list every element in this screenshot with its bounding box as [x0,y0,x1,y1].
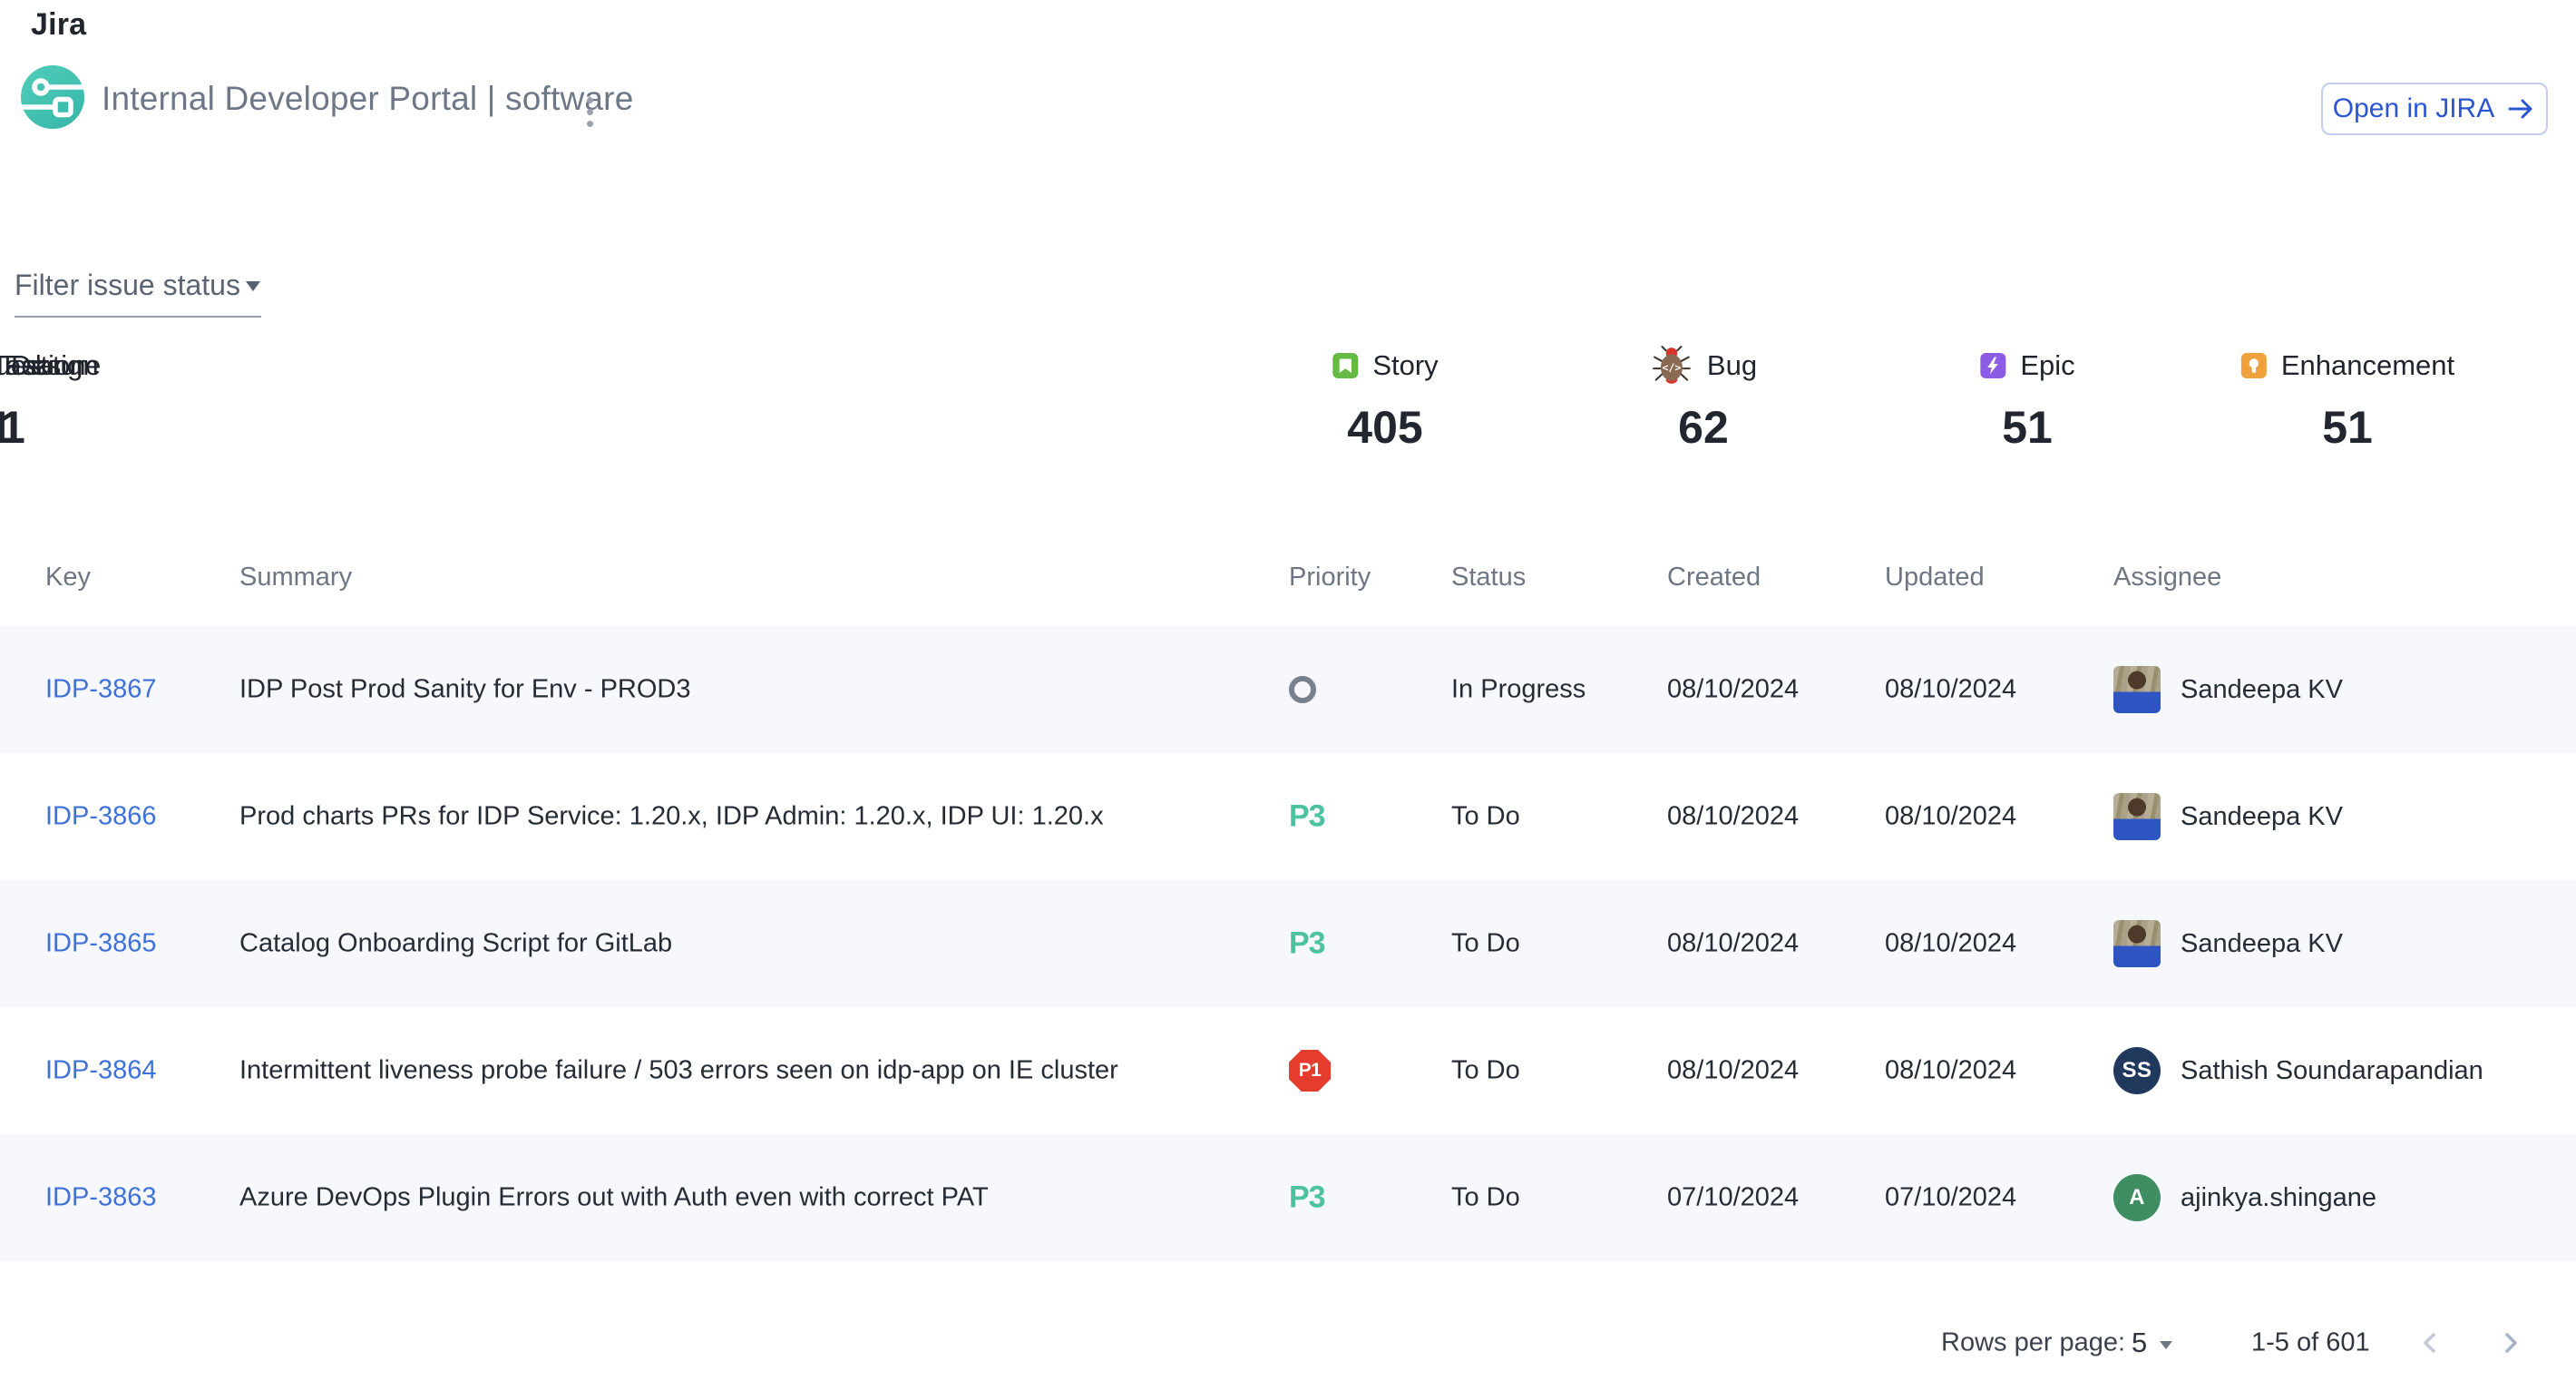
counter-label: Enhancement [2281,349,2454,382]
column-header-updated: Updated [1885,559,1985,595]
column-header-created: Created [1667,559,1761,595]
open-in-jira-label: Open in JIRA [2333,93,2494,124]
counter-label: Epic [2020,349,2074,382]
counter-ux-design: UX Design 1 [0,338,99,454]
priority-p3-icon: P3 [1289,799,1325,834]
page-title: Jira [31,7,86,43]
issue-status: In Progress [1451,675,1586,705]
issue-created: 08/10/2024 [1667,675,1799,705]
column-header-priority: Priority [1289,559,1371,595]
priority-p3-icon: P3 [1289,1180,1325,1215]
rows-per-page-label: Rows per page: [1941,1328,2125,1358]
counter-bug: </> Bug 62 [1650,338,1757,454]
priority-none-icon [1289,676,1316,703]
column-header-key: Key [45,559,91,595]
bug-icon: </> [1650,344,1693,387]
priority-p3-icon: P3 [1289,926,1325,961]
assignee-avatar: A [2113,1174,2161,1221]
counter-enhancement: Enhancement 51 [2240,338,2454,454]
enhancement-icon [2240,352,2268,379]
rows-per-page-value: 5 [2132,1327,2147,1359]
counter-count: 51 [2322,401,2373,454]
table-row: IDP-3863 Azure DevOps Plugin Errors out … [0,1134,2576,1261]
assignee-avatar-photo [2113,666,2161,713]
issue-summary: Catalog Onboarding Script for GitLab [239,929,672,959]
issue-key-link[interactable]: IDP-3863 [45,1183,157,1212]
counter-story: Story 405 [1332,338,1438,454]
counter-epic: Epic 51 [1979,338,2074,454]
table-row: IDP-3865 Catalog Onboarding Script for G… [0,880,2576,1007]
issue-status: To Do [1451,1056,1520,1086]
kebab-icon [587,97,593,103]
issue-key-link[interactable]: IDP-3864 [45,1056,157,1085]
issue-created: 08/10/2024 [1667,1056,1799,1086]
issues-table: IDP-3867 IDP Post Prod Sanity for Env - … [0,626,2576,1261]
assignee-avatar-photo [2113,920,2161,967]
table-row: IDP-3866 Prod charts PRs for IDP Service… [0,753,2576,880]
dropdown-caret-icon [2160,1341,2172,1349]
issue-status: To Do [1451,1183,1520,1213]
issue-status-filter-select[interactable]: Filter issue status [15,269,261,318]
assignee-avatar-photo [2113,793,2161,840]
pagination-next-button[interactable] [2495,1327,2526,1358]
epic-icon [1979,352,2006,379]
counter-label: Bug [1707,349,1757,382]
issue-status-filter-label: Filter issue status [15,269,240,302]
story-icon [1332,352,1359,379]
issue-summary: Intermittent liveness probe failure / 50… [239,1056,1118,1086]
counter-count: 405 [1347,401,1422,454]
issue-updated: 07/10/2024 [1885,1183,2016,1213]
column-header-assignee: Assignee [2113,559,2221,595]
issue-key-link[interactable]: IDP-3866 [45,802,157,831]
issue-summary: Azure DevOps Plugin Errors out with Auth… [239,1183,989,1213]
jira-project-avatar-icon [21,65,84,129]
counter-count: 62 [1678,401,1729,454]
issue-status: To Do [1451,802,1520,832]
pagination-prev-button[interactable] [2415,1327,2445,1358]
pagination-range: 1-5 of 601 [2251,1328,2370,1358]
entity-name: Internal Developer Portal | software [102,80,633,118]
assignee-name: Sathish Soundarapandian [2181,1056,2483,1086]
arrow-right-icon [2505,93,2536,124]
chevron-right-icon [2495,1327,2526,1358]
kebab-menu-button[interactable] [574,85,605,138]
counter-count: 51 [2002,401,2053,454]
svg-text:</>: </> [1663,361,1682,374]
assignee-avatar: SS [2113,1047,2161,1094]
assignee-name: ajinkya.shingane [2181,1183,2376,1213]
issue-created: 08/10/2024 [1667,929,1799,959]
issue-summary: Prod charts PRs for IDP Service: 1.20.x,… [239,802,1104,832]
column-header-summary: Summary [239,559,352,595]
issues-table-header: Key Summary Priority Status Created Upda… [0,559,2576,595]
issue-key-link[interactable]: IDP-3867 [45,675,157,704]
assignee-name: Sandeepa KV [2181,802,2343,832]
table-pagination: Rows per page: 5 1-5 of 601 [0,1311,2576,1375]
issue-key-link[interactable]: IDP-3865 [45,929,157,958]
issue-updated: 08/10/2024 [1885,802,2016,832]
counter-label: Story [1372,349,1438,382]
assignee-name: Sandeepa KV [2181,929,2343,959]
issue-updated: 08/10/2024 [1885,675,2016,705]
chevron-left-icon [2415,1327,2445,1358]
issue-created: 07/10/2024 [1667,1183,1799,1213]
open-in-jira-button[interactable]: Open in JIRA [2321,83,2548,135]
issue-updated: 08/10/2024 [1885,1056,2016,1086]
column-header-status: Status [1451,559,1526,595]
issue-status: To Do [1451,929,1520,959]
rows-per-page-select[interactable]: 5 [2132,1327,2172,1359]
issue-created: 08/10/2024 [1667,802,1799,832]
issue-updated: 08/10/2024 [1885,929,2016,959]
table-row: IDP-3864 Intermittent liveness probe fai… [0,1007,2576,1134]
counter-label: UX Design [0,349,99,382]
issue-summary: IDP Post Prod Sanity for Env - PROD3 [239,675,691,705]
dropdown-caret-icon [246,281,260,291]
assignee-name: Sandeepa KV [2181,675,2343,705]
counter-count: 1 [0,401,13,454]
priority-p1-badge-icon: P1 [1289,1050,1331,1092]
table-row: IDP-3867 IDP Post Prod Sanity for Env - … [0,626,2576,753]
